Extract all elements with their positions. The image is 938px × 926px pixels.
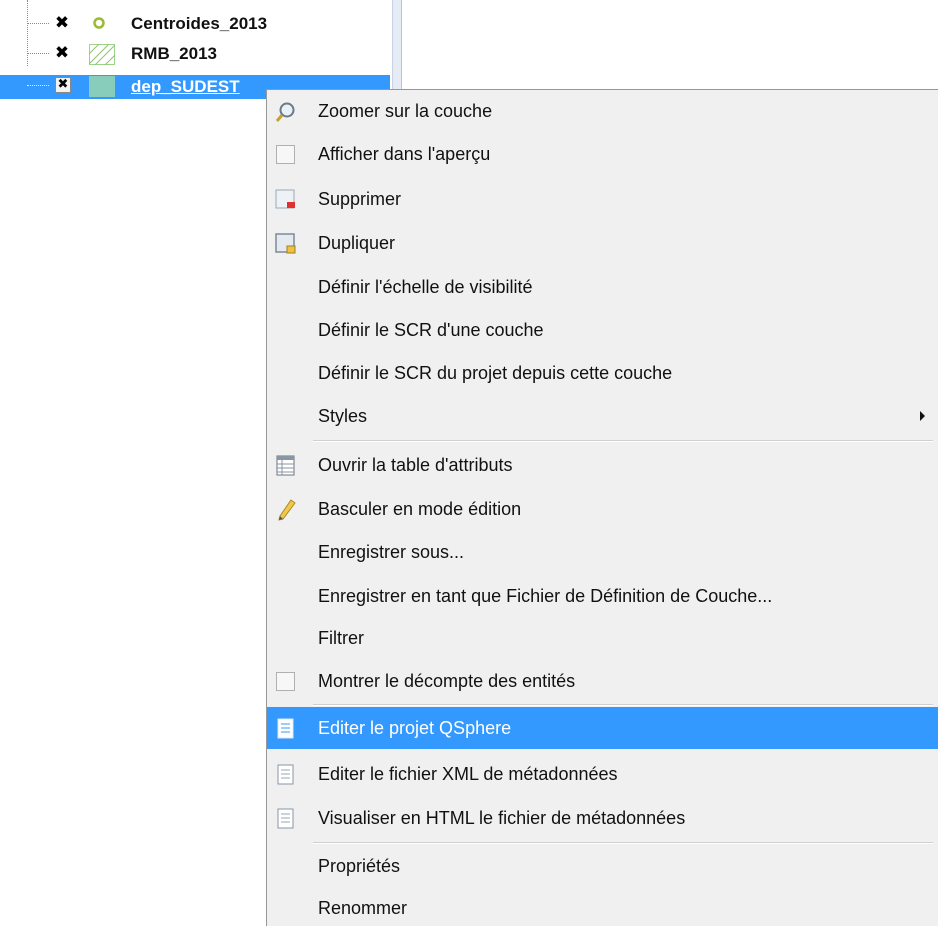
menu-item-save-as-layer-definition[interactable]: Enregistrer en tant que Fichier de Défin… [267, 575, 938, 617]
menu-label: Editer le projet QSphere [318, 718, 512, 738]
layer-name: dep_SUDEST [131, 77, 240, 96]
checkbox-icon [275, 671, 297, 693]
filled-polygon-icon [89, 76, 115, 97]
menu-separator [313, 704, 933, 706]
menu-label: Montrer le décompte des entités [318, 671, 576, 691]
panel-splitter[interactable] [392, 0, 402, 100]
hatched-polygon-icon [88, 43, 116, 66]
menu-item-toggle-editing[interactable]: Basculer en mode édition [267, 488, 938, 530]
menu-label: Afficher dans l'aperçu [318, 144, 491, 164]
menu-item-show-in-overview[interactable]: Afficher dans l'aperçu [267, 133, 938, 175]
menu-item-filter[interactable]: Filtrer [267, 617, 938, 659]
attribute-table-icon [275, 455, 297, 477]
menu-item-zoom-to-layer[interactable]: Zoomer sur la couche [267, 90, 938, 132]
menu-label: Propriétés [318, 856, 401, 876]
layer-item-rmb[interactable]: ✖ RMB_2013 [0, 43, 390, 66]
checkbox-icon [275, 144, 297, 166]
menu-label: Visualiser en HTML le fichier de métadon… [318, 808, 686, 828]
menu-item-save-as[interactable]: Enregistrer sous... [267, 531, 938, 573]
menu-label: Ouvrir la table d'attributs [318, 455, 513, 475]
menu-label: Dupliquer [318, 233, 396, 253]
menu-label: Supprimer [318, 189, 402, 209]
menu-item-styles[interactable]: Styles [267, 395, 938, 437]
menu-label: Définir le SCR du projet depuis cette co… [318, 363, 673, 383]
menu-item-view-metadata-html[interactable]: Visualiser en HTML le fichier de métadon… [267, 797, 938, 839]
layer-item-centroides[interactable]: ✖ Centroides_2013 [0, 13, 390, 35]
duplicate-layer-icon [275, 233, 297, 255]
tree-connector [27, 53, 49, 54]
document-icon [275, 808, 297, 830]
menu-label: Définir le SCR d'une couche [318, 320, 544, 340]
submenu-arrow-icon [920, 411, 925, 421]
layer-context-menu: Zoomer sur la couche Afficher dans l'ape… [266, 89, 938, 926]
document-icon [275, 718, 297, 740]
menu-separator [313, 842, 933, 844]
menu-item-rename[interactable]: Renommer [267, 887, 938, 926]
menu-label: Editer le fichier XML de métadonnées [318, 764, 618, 784]
layer-visibility-checkbox[interactable]: ✖ [55, 77, 71, 93]
menu-label: Styles [318, 406, 368, 426]
remove-layer-icon [275, 189, 297, 211]
menu-item-remove[interactable]: Supprimer [267, 178, 938, 220]
menu-item-show-feature-count[interactable]: Montrer le décompte des entités [267, 660, 938, 702]
menu-item-set-layer-crs[interactable]: Définir le SCR d'une couche [267, 309, 938, 351]
menu-label: Enregistrer en tant que Fichier de Défin… [318, 586, 773, 606]
layer-visibility-checkbox[interactable]: ✖ [54, 45, 70, 62]
menu-item-edit-metadata-xml[interactable]: Editer le fichier XML de métadonnées [267, 753, 938, 795]
menu-separator [313, 440, 933, 442]
pencil-icon [275, 499, 297, 521]
menu-item-set-project-crs[interactable]: Définir le SCR du projet depuis cette co… [267, 352, 938, 394]
menu-item-open-attribute-table[interactable]: Ouvrir la table d'attributs [267, 444, 938, 486]
menu-label: Basculer en mode édition [318, 499, 522, 519]
menu-item-edit-qsphere-project[interactable]: Editer le projet QSphere [267, 707, 938, 749]
menu-item-duplicate[interactable]: Dupliquer [267, 222, 938, 264]
menu-label: Renommer [318, 898, 408, 918]
document-icon [275, 764, 297, 786]
menu-item-set-scale-visibility[interactable]: Définir l'échelle de visibilité [267, 266, 938, 308]
point-symbol-icon [89, 14, 110, 33]
menu-label: Zoomer sur la couche [318, 101, 493, 121]
menu-label: Définir l'échelle de visibilité [318, 277, 533, 297]
layer-name: Centroides_2013 [131, 14, 268, 33]
menu-item-properties[interactable]: Propriétés [267, 845, 938, 887]
menu-label: Enregistrer sous... [318, 542, 465, 562]
tree-connector [27, 85, 49, 86]
tree-connector [27, 23, 49, 24]
layer-visibility-checkbox[interactable]: ✖ [54, 15, 70, 32]
zoom-layer-icon [275, 101, 297, 123]
menu-label: Filtrer [318, 628, 364, 648]
layer-name: RMB_2013 [131, 44, 217, 63]
